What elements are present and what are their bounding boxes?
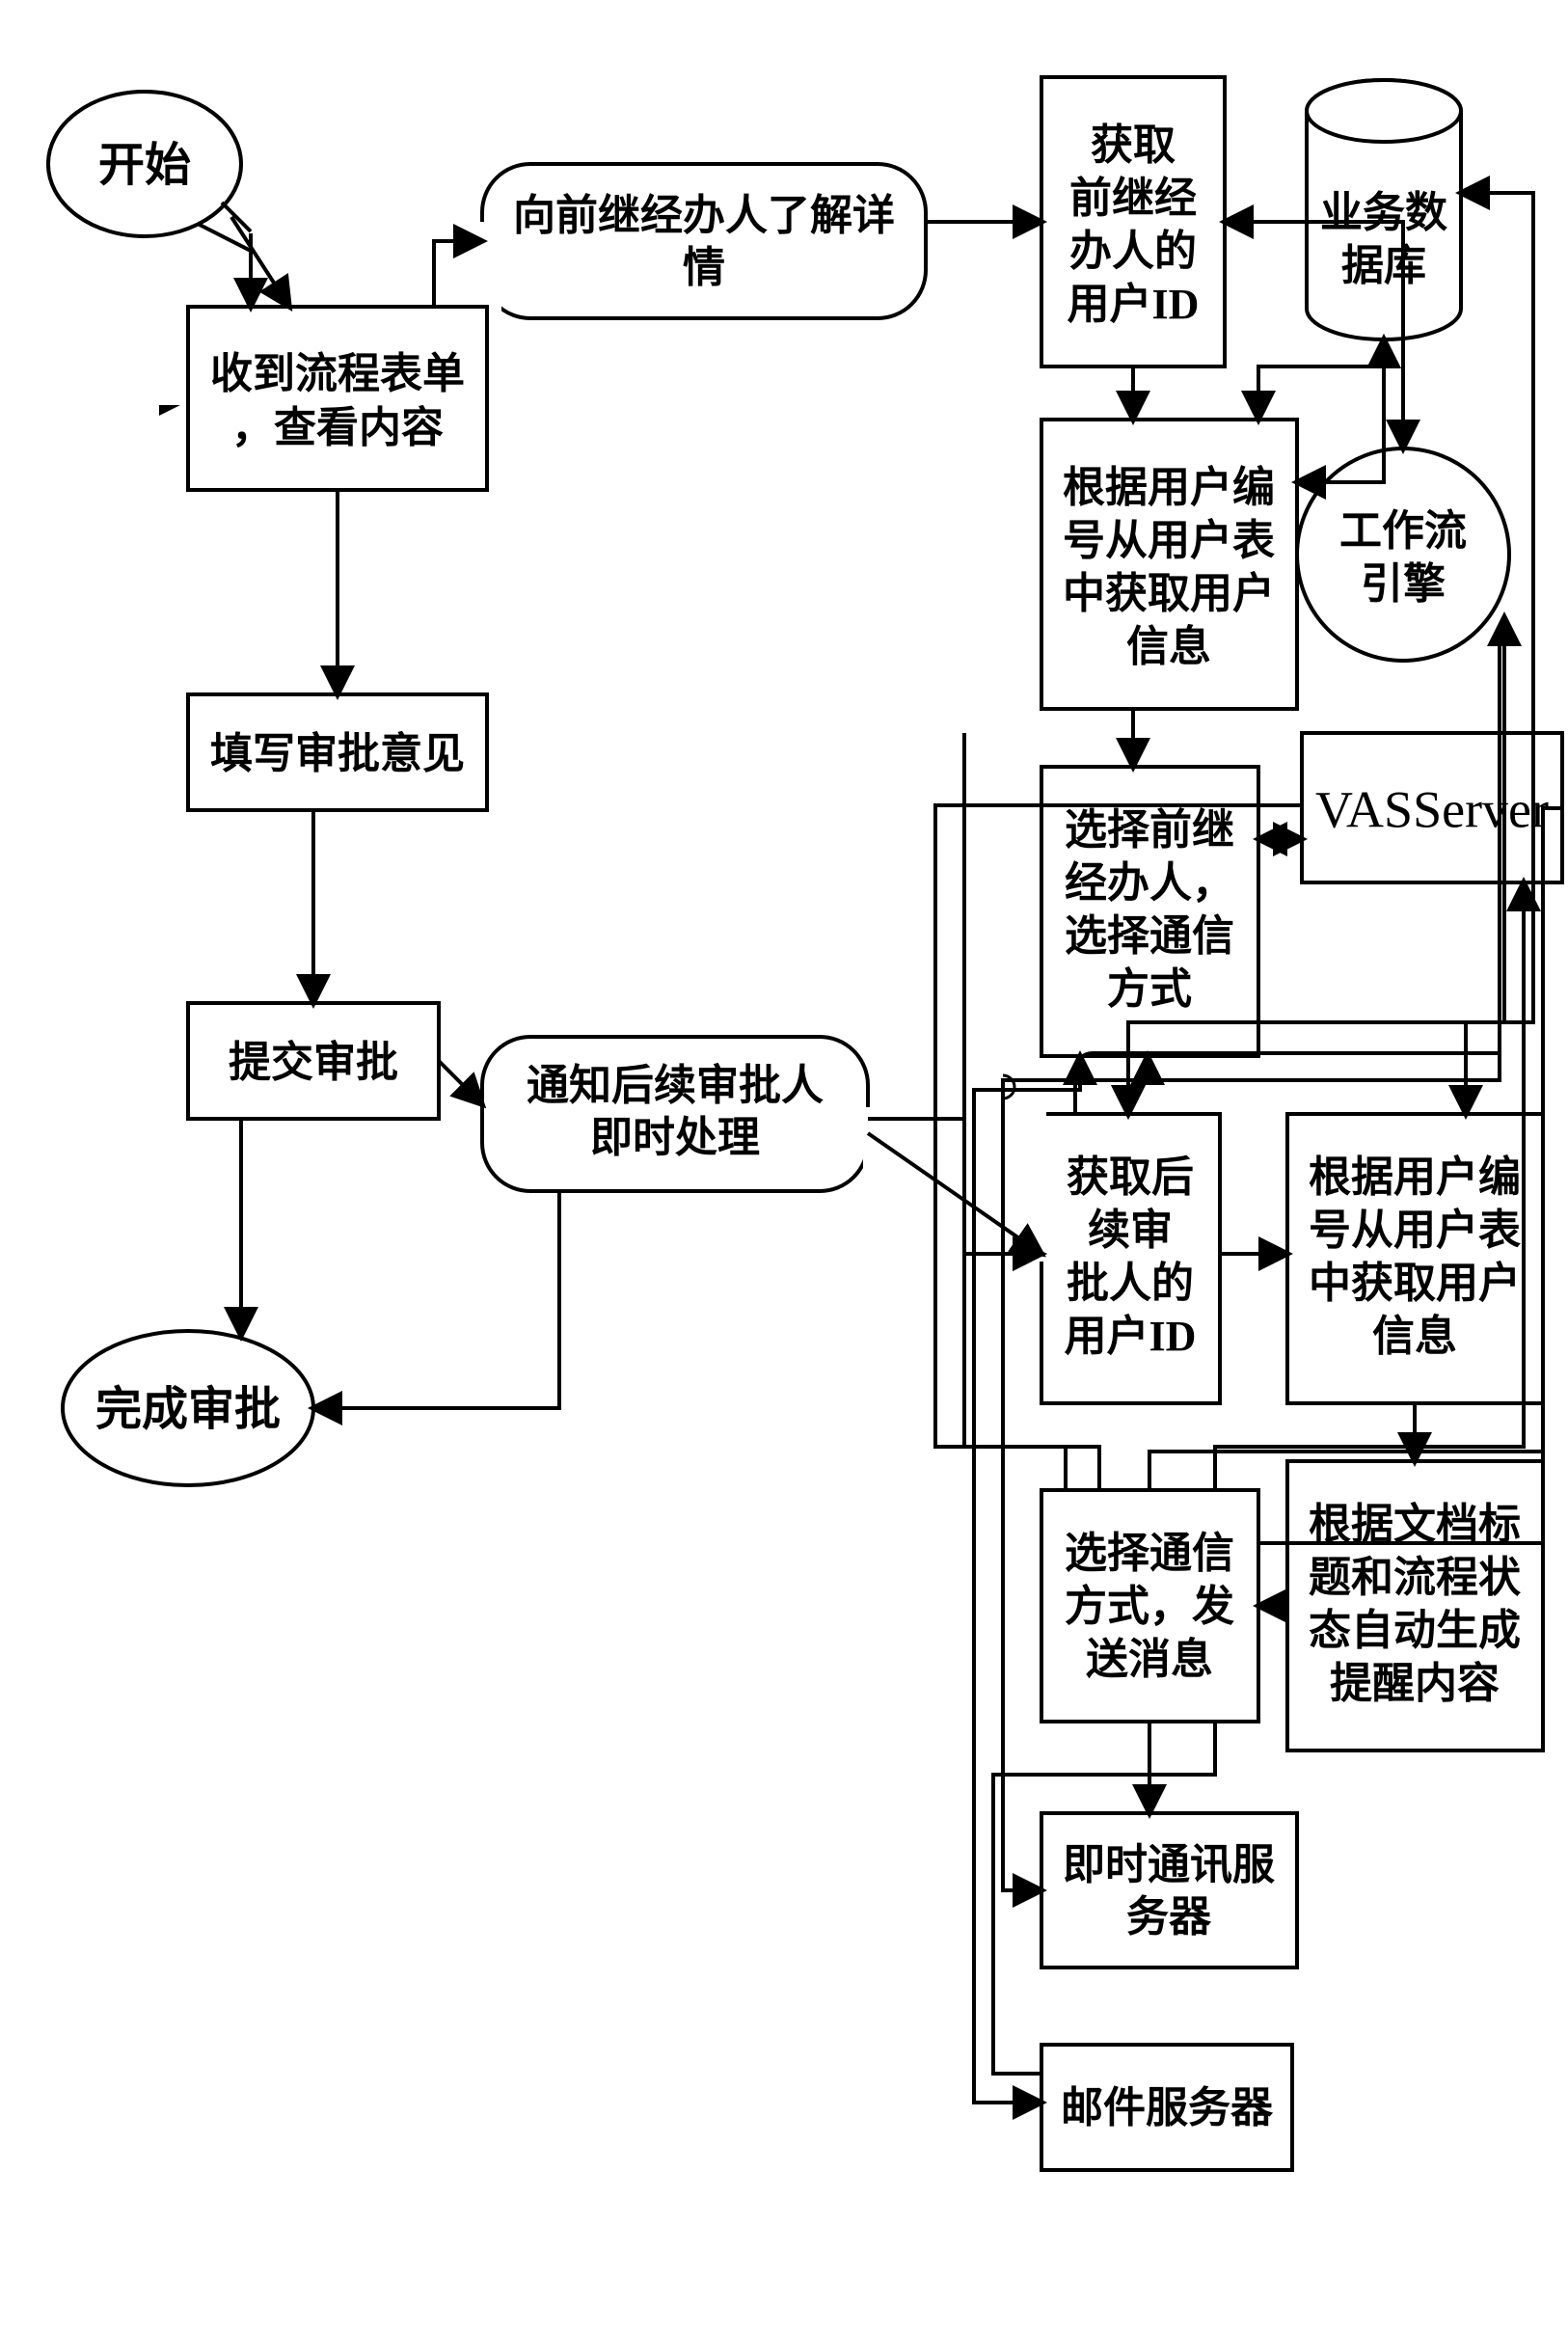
recv-l2b: ，查看内容	[231, 404, 444, 451]
submit-label: 提交审批	[229, 1039, 398, 1086]
node-get-prev-id: 获取 前继经 办人的 用户ID	[1041, 77, 1225, 366]
node-get-prev-info: 根据用户编 号从用户表 中获取用户 信息	[1041, 420, 1297, 709]
node-notify-next: 通知后续审批人 即时处理	[482, 1037, 868, 1191]
gpin-l4: 信息	[1126, 623, 1211, 670]
edge-submit-notify	[439, 1061, 482, 1104]
notify-l2: 即时处理	[590, 1114, 760, 1161]
sp-l3: 选择通信	[1065, 912, 1234, 960]
gnid-l4: 用户ID	[1065, 1313, 1197, 1360]
node-vas-server: VASServer	[1302, 733, 1562, 882]
vas-label: VASServer	[1315, 780, 1549, 838]
wf-l1: 工作流	[1339, 507, 1467, 555]
gpin-l3: 中获取用户	[1063, 570, 1275, 617]
gpid-l1: 获取	[1091, 122, 1176, 169]
node-im-server: 即时通讯服 务器	[1041, 1813, 1297, 1968]
node-ask-prev: 向前继经办人了解详 情	[482, 164, 926, 318]
ss-l1: 选择通信	[1065, 1530, 1234, 1577]
notify-l1: 通知后续审批人	[527, 1062, 824, 1109]
askprev-l1: 向前继经办人了解详	[513, 192, 895, 239]
gnid-l2: 续审	[1088, 1207, 1173, 1254]
gnin-l3: 中获取用户	[1309, 1260, 1521, 1307]
ss-l3: 送消息	[1086, 1636, 1213, 1683]
node-mail-server: 邮件服务器	[1041, 2045, 1292, 2170]
im-l2: 务器	[1126, 1893, 1212, 1940]
sp-l4: 方式	[1107, 965, 1192, 1013]
askprev-l2: 情	[683, 244, 725, 291]
edge-notify-done	[313, 1191, 559, 1408]
wf-l2: 引擎	[1361, 560, 1446, 608]
gnid-l3: 批人的	[1067, 1260, 1194, 1307]
gnin-l1: 根据用户编	[1309, 1153, 1521, 1201]
done-label: 完成审批	[95, 1384, 281, 1435]
db-line2: 据库	[1341, 242, 1426, 289]
gpid-l4: 用户ID	[1068, 281, 1200, 328]
node-get-next-info: 根据用户编 号从用户表 中获取用户 信息	[1287, 1114, 1543, 1403]
node-opinion: 填写审批意见	[188, 694, 487, 810]
gpin-l2: 号从用户表	[1063, 517, 1275, 564]
sp-l2: 经办人，	[1065, 859, 1234, 907]
node-submit: 提交审批	[188, 1003, 439, 1119]
node-database: 业务数 据库	[1307, 80, 1461, 339]
gnid-l1: 获取后	[1067, 1153, 1194, 1201]
node-sel-prev: 选择前继 经办人， 选择通信 方式	[1041, 767, 1258, 1056]
db-line1: 业务数	[1320, 189, 1447, 236]
im-l1: 即时通讯服	[1063, 1841, 1275, 1888]
gc-l4: 提醒内容	[1330, 1660, 1500, 1707]
gc-l2: 题和流程状	[1309, 1554, 1522, 1601]
recv-l1b: 收到流程表单	[210, 350, 465, 397]
gc-l3: 态自动生成	[1309, 1607, 1521, 1654]
gpid-l3: 办人的	[1069, 228, 1197, 275]
gnin-l2: 号从用户表	[1309, 1207, 1521, 1254]
sp-l1: 选择前继	[1065, 806, 1234, 854]
ss-l2: 方式，发	[1065, 1583, 1234, 1630]
node-get-next-id: 获取后 续审 批人的 用户ID	[1041, 1114, 1220, 1403]
gpin-l1: 根据用户编	[1063, 464, 1275, 511]
gpid-l2: 前继经	[1069, 175, 1197, 222]
node-sel-send: 选择通信 方式，发 送消息	[1041, 1490, 1258, 1722]
gc-l1: 根据文档标	[1309, 1501, 1521, 1548]
opinion-label: 填写审批意见	[210, 730, 465, 777]
mail-label: 邮件服务器	[1061, 2084, 1274, 2131]
node-gen-content: 根据文档标 题和流程状 态自动生成 提醒内容	[1287, 1461, 1543, 1750]
gnin-l4: 信息	[1372, 1313, 1457, 1360]
start-label-2: 开始	[98, 140, 191, 191]
node-done: 完成审批	[63, 1331, 313, 1485]
